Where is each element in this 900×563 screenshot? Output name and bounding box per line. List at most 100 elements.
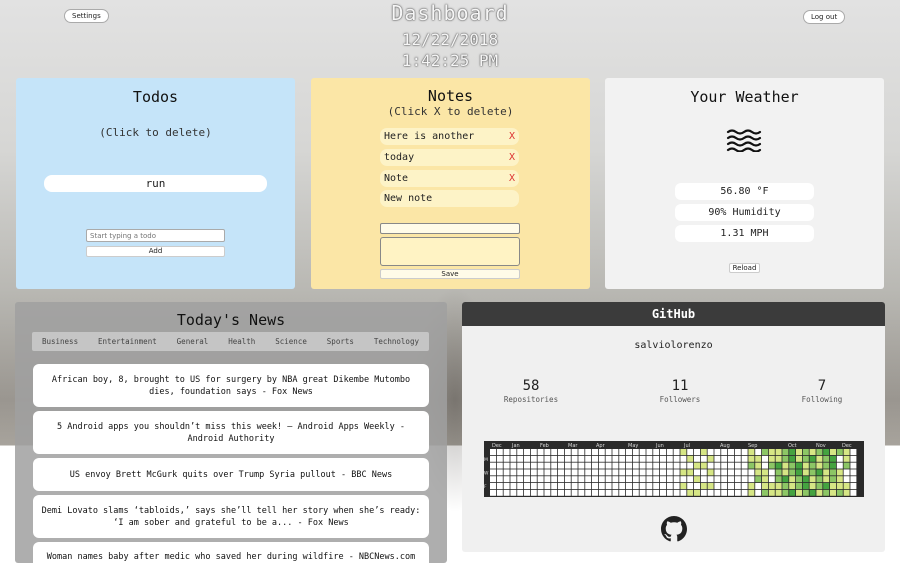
contribution-cell: [775, 449, 782, 455]
contribution-cell: [551, 476, 558, 483]
contribution-cell: [619, 449, 626, 455]
contribution-cell: [632, 469, 639, 476]
contribution-cell: [673, 462, 680, 469]
news-article[interactable]: US envoy Brett McGurk quits over Trump S…: [33, 458, 429, 491]
contribution-cell: [830, 469, 836, 476]
contribution-cell: [544, 455, 551, 462]
contribution-cell: [809, 483, 816, 489]
contribution-cell: [768, 476, 775, 483]
contribution-cell: [592, 476, 598, 483]
note-text: New note: [384, 193, 433, 204]
contribution-cell: [836, 462, 843, 469]
delete-note-button[interactable]: X: [509, 170, 515, 187]
news-article[interactable]: Demi Lovato slams ‘tabloids,’ says she’l…: [33, 495, 429, 538]
reload-weather-button[interactable]: Reload: [729, 263, 760, 273]
tab-science[interactable]: Science: [275, 337, 307, 346]
contribution-cell: [809, 476, 816, 483]
contribution-cell: [680, 462, 687, 469]
followers-stat: 11 Followers: [625, 378, 735, 404]
contribution-cell: [558, 469, 564, 476]
tab-business[interactable]: Business: [42, 337, 78, 346]
contribution-cell: [714, 462, 721, 469]
contribution-cell: [517, 455, 524, 462]
contribution-cell: [823, 469, 830, 476]
notes-hint: (Click X to delete): [387, 105, 514, 118]
contribution-cell: [748, 455, 755, 462]
delete-note-button[interactable]: X: [509, 128, 515, 145]
logout-button[interactable]: Log out: [803, 10, 846, 24]
contribution-cell: [816, 483, 823, 489]
contribution-cell: [653, 489, 660, 496]
contribution-cell: [503, 449, 510, 455]
contribution-cell: [605, 462, 612, 469]
contribution-cell: [843, 476, 850, 483]
contribution-cell: [816, 476, 823, 483]
todos-hint: (Click to delete): [99, 126, 212, 139]
todo-item[interactable]: run: [44, 175, 267, 192]
contribution-cell: [707, 483, 714, 489]
month-label: Dec: [842, 443, 852, 449]
contribution-cell: [571, 483, 578, 489]
tab-health[interactable]: Health: [228, 337, 255, 346]
month-label: Dec: [492, 443, 502, 449]
contribution-cell: [728, 449, 734, 455]
delete-note-button[interactable]: X: [509, 149, 515, 166]
contribution-cell: [551, 469, 558, 476]
settings-button[interactable]: Settings: [64, 9, 109, 23]
contribution-cell: [775, 469, 782, 476]
contribution-cell: [694, 462, 700, 469]
contribution-cell: [782, 489, 789, 496]
todo-input[interactable]: [86, 229, 225, 242]
contribution-cell: [517, 449, 524, 455]
contribution-cell: [612, 469, 619, 476]
contribution-cell: [687, 462, 694, 469]
contribution-cell: [626, 469, 632, 476]
contribution-cell: [802, 455, 809, 462]
contribution-cell: [578, 483, 585, 489]
contribution-cell: [578, 462, 585, 469]
news-article[interactable]: African boy, 8, brought to US for surger…: [33, 364, 429, 407]
contribution-cell: [823, 489, 830, 496]
day-label: F: [484, 484, 487, 490]
contribution-cell: [802, 469, 809, 476]
tab-general[interactable]: General: [177, 337, 209, 346]
tab-technology[interactable]: Technology: [374, 337, 419, 346]
news-card: Today's News Business Entertainment Gene…: [15, 302, 447, 563]
save-note-button[interactable]: Save: [380, 269, 520, 279]
contribution-cell: [646, 469, 653, 476]
contribution-cell: [632, 483, 639, 489]
contribution-cell: [639, 469, 646, 476]
repositories-stat: 58 Repositories: [476, 378, 586, 404]
contribution-cell: [816, 455, 823, 462]
contribution-cell: [626, 462, 632, 469]
contribution-cell: [775, 455, 782, 462]
day-label: M: [484, 457, 488, 463]
news-article[interactable]: Woman names baby after medic who saved h…: [33, 542, 429, 563]
contribution-cell: [789, 449, 796, 455]
contribution-cell: [734, 449, 741, 455]
contribution-cell: [728, 462, 734, 469]
contribution-cell: [612, 489, 619, 496]
github-icon[interactable]: [661, 516, 687, 542]
note-textarea[interactable]: [380, 237, 520, 266]
tab-entertainment[interactable]: Entertainment: [98, 337, 157, 346]
add-todo-button[interactable]: Add: [86, 246, 225, 257]
contribution-cell: [796, 449, 802, 455]
contribution-cell: [585, 483, 592, 489]
note-title-input[interactable]: [380, 223, 520, 234]
contribution-cell: [626, 455, 632, 462]
contribution-cell: [551, 462, 558, 469]
tab-sports[interactable]: Sports: [327, 337, 354, 346]
contribution-cell: [673, 476, 680, 483]
contribution-cell: [673, 489, 680, 496]
contribution-cell: [632, 476, 639, 483]
todos-title: Todos: [132, 88, 179, 106]
news-article[interactable]: 5 Android apps you shouldn’t miss this w…: [33, 411, 429, 454]
contribution-cell: [768, 455, 775, 462]
contribution-cell: [517, 469, 524, 476]
month-label: Feb: [540, 443, 549, 449]
contribution-cell: [843, 449, 850, 455]
contribution-cell: [741, 469, 748, 476]
contribution-cell: [660, 449, 666, 455]
contribution-cell: [830, 449, 836, 455]
